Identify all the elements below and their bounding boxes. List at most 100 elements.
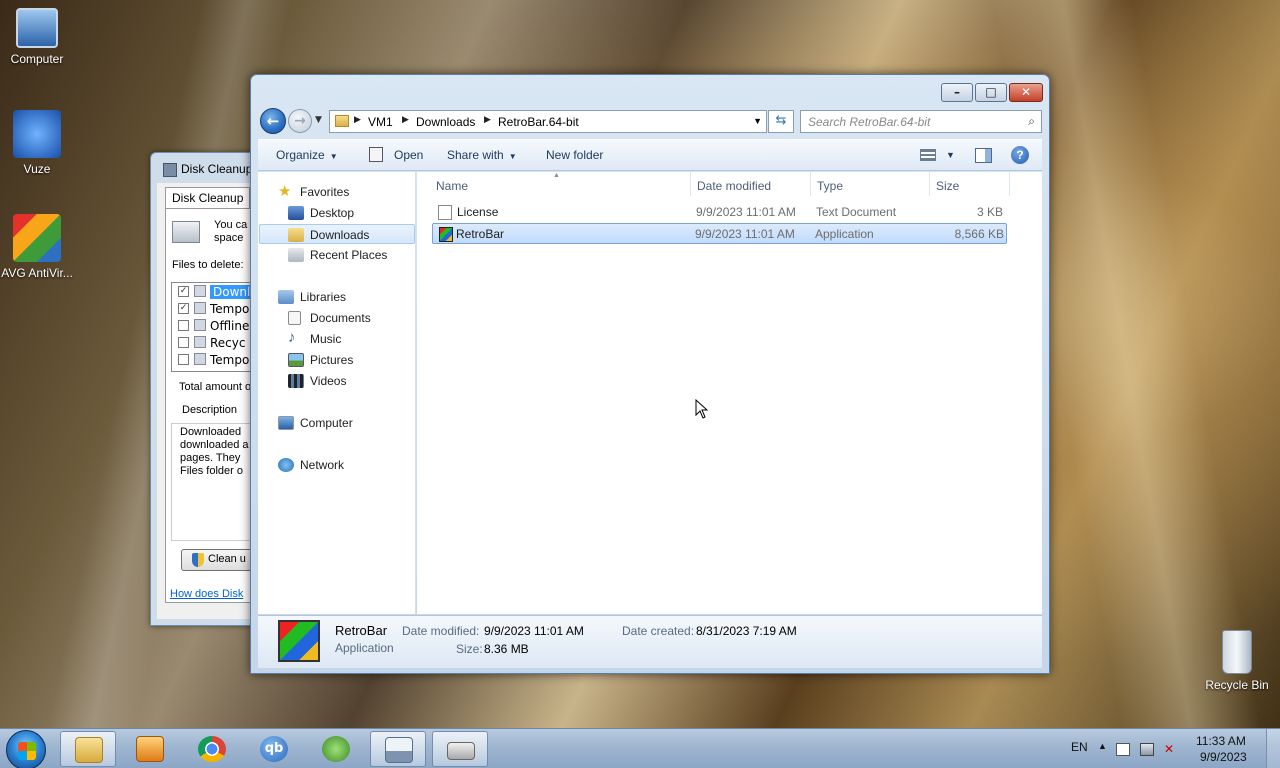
caption-buttons: – □ ✕ — [941, 83, 1043, 102]
language-indicator[interactable]: EN — [1071, 740, 1088, 754]
tab-disk-cleanup[interactable]: Disk Cleanup — [165, 187, 251, 208]
clean-up-button[interactable]: Clean u — [181, 549, 261, 571]
list-item[interactable]: ✓ Tempo — [172, 300, 250, 317]
nav-recent-places[interactable]: Recent Places — [288, 245, 414, 265]
list-item[interactable]: Recyc — [172, 334, 250, 351]
network-icon[interactable] — [1140, 743, 1154, 756]
table-row[interactable]: License 9/9/2023 11:01 AM Text Document … — [432, 202, 1007, 223]
nav-desktop[interactable]: Desktop — [288, 203, 408, 223]
column-header-date-modified[interactable]: Date modified — [690, 172, 771, 196]
breadcrumb-vm1[interactable]: VM1 — [368, 115, 393, 129]
files-to-delete-label: Files to delete: — [172, 259, 244, 271]
nav-pictures[interactable]: Pictures — [288, 350, 408, 370]
computer-icon — [16, 8, 58, 48]
details-date-modified-label: Date modified: — [402, 624, 480, 638]
action-center-icon[interactable] — [1116, 743, 1130, 756]
nav-libraries[interactable]: Libraries — [278, 287, 408, 307]
organize-button[interactable]: Organize ▼ — [276, 148, 338, 162]
desktop-icon-label: Computer — [10, 52, 64, 66]
disk-cleanup-app-icon — [163, 163, 177, 177]
breadcrumb-downloads[interactable]: Downloads — [416, 115, 475, 129]
desktop-icon-avg[interactable]: AVG AntiVir... — [0, 214, 74, 280]
nav-network[interactable]: Network — [278, 455, 408, 475]
nav-favorites[interactable]: ★ Favorites — [278, 182, 408, 202]
refresh-button[interactable]: ⇆ — [768, 110, 794, 133]
file-icon — [194, 353, 206, 365]
search-icon: ⌕ — [1028, 114, 1035, 128]
disk-cleanup-icon — [447, 742, 475, 760]
column-header-name[interactable]: Name — [429, 172, 468, 196]
file-name: RetroBar — [456, 227, 505, 241]
show-hidden-icons-button[interactable]: ▲ — [1098, 741, 1107, 751]
computer-icon — [278, 416, 294, 430]
close-button[interactable]: ✕ — [1009, 83, 1043, 102]
search-input[interactable]: Search RetroBar.64-bit ⌕ — [800, 110, 1042, 133]
file-type: Application — [815, 227, 874, 241]
checkbox[interactable] — [178, 320, 189, 331]
desktop-icon-vuze[interactable]: Vuze — [0, 110, 74, 176]
offline-icon — [194, 319, 206, 331]
new-folder-button[interactable]: New folder — [546, 148, 603, 162]
list-item[interactable]: Offline — [172, 317, 250, 334]
clock-time[interactable]: 11:33 AM — [1196, 734, 1246, 748]
table-row[interactable]: RetroBar 9/9/2023 11:01 AM Application 8… — [432, 223, 1007, 244]
nav-videos[interactable]: Videos — [288, 371, 408, 391]
taskbar-windows-update[interactable] — [308, 731, 364, 767]
column-header-size[interactable]: Size — [929, 172, 959, 196]
checkbox[interactable]: ✓ — [178, 286, 189, 297]
explorer-window[interactable]: – □ ✕ ← → ▼ ▶ VM1 ▶ Downloads ▶ RetroBar… — [250, 74, 1050, 674]
volume-muted-icon[interactable]: ✕ — [1164, 743, 1178, 756]
checkbox[interactable] — [178, 354, 189, 365]
arrow-right-icon: → — [294, 113, 306, 129]
chevron-right-icon[interactable]: ▶ — [354, 114, 361, 125]
desktop-icon-computer[interactable]: Computer — [0, 8, 74, 66]
file-date: 9/9/2023 11:01 AM — [696, 205, 796, 219]
nav-downloads[interactable]: Downloads — [259, 224, 415, 244]
open-button[interactable]: Open — [394, 148, 423, 162]
taskbar-disk-cleanup[interactable] — [432, 731, 488, 767]
recent-pages-button[interactable]: ▼ — [315, 115, 322, 125]
taskbar-explorer[interactable] — [60, 731, 116, 767]
change-view-icon[interactable] — [920, 149, 936, 161]
downloads-icon — [194, 285, 206, 297]
checkbox[interactable] — [178, 337, 189, 348]
column-header-type[interactable]: Type — [810, 172, 843, 196]
maximize-button[interactable]: □ — [975, 83, 1007, 102]
chevron-down-icon[interactable]: ▼ — [946, 150, 955, 160]
forward-button[interactable]: → — [288, 109, 312, 133]
preview-pane-icon[interactable] — [975, 148, 992, 163]
taskbar-remote-desktop[interactable] — [370, 731, 426, 767]
show-desktop-button[interactable] — [1266, 729, 1280, 768]
file-list[interactable]: ▲ Name Date modified Type Size License 9… — [417, 172, 1042, 614]
help-link[interactable]: How does Disk — [170, 588, 243, 600]
start-button[interactable] — [6, 730, 46, 768]
desktop-icon-label: Vuze — [23, 162, 51, 176]
taskbar-media-player[interactable] — [122, 731, 178, 767]
help-icon[interactable]: ? — [1011, 146, 1029, 164]
clock-date[interactable]: 9/9/2023 — [1200, 750, 1247, 764]
taskbar-qbittorrent[interactable]: qb — [246, 731, 302, 767]
minimize-button[interactable]: – — [941, 83, 973, 102]
nav-computer[interactable]: Computer — [278, 413, 408, 433]
navigation-bar: ← → ▼ ▶ VM1 ▶ Downloads ▶ RetroBar.64-bi… — [259, 108, 1042, 134]
files-to-delete-list[interactable]: ✓ Downlo ✓ Tempo Offline Recyc Tempo — [171, 282, 261, 372]
desktop-icon-recycle-bin[interactable]: Recycle Bin — [1200, 630, 1274, 692]
address-bar[interactable]: ▶ VM1 ▶ Downloads ▶ RetroBar.64-bit ▼ — [329, 110, 767, 133]
chevron-down-icon[interactable]: ▼ — [753, 116, 762, 126]
total-amount-label: Total amount o — [179, 381, 252, 393]
back-button[interactable]: ← — [260, 108, 286, 134]
column-separator[interactable] — [1009, 172, 1010, 196]
nav-documents[interactable]: Documents — [288, 308, 408, 328]
chevron-right-icon[interactable]: ▶ — [484, 114, 491, 125]
file-type: Text Document — [816, 205, 897, 219]
nav-music[interactable]: ♪ Music — [288, 329, 408, 349]
libraries-icon — [278, 290, 294, 304]
share-with-button[interactable]: Share with ▼ — [447, 148, 517, 162]
chevron-right-icon[interactable]: ▶ — [402, 114, 409, 125]
details-file-kind: Application — [335, 641, 394, 655]
taskbar-chrome[interactable] — [184, 731, 240, 767]
list-item[interactable]: ✓ Downlo — [172, 283, 261, 300]
breadcrumb-retrobar[interactable]: RetroBar.64-bit — [498, 115, 579, 129]
checkbox[interactable]: ✓ — [178, 303, 189, 314]
list-item[interactable]: Tempo — [172, 351, 250, 368]
